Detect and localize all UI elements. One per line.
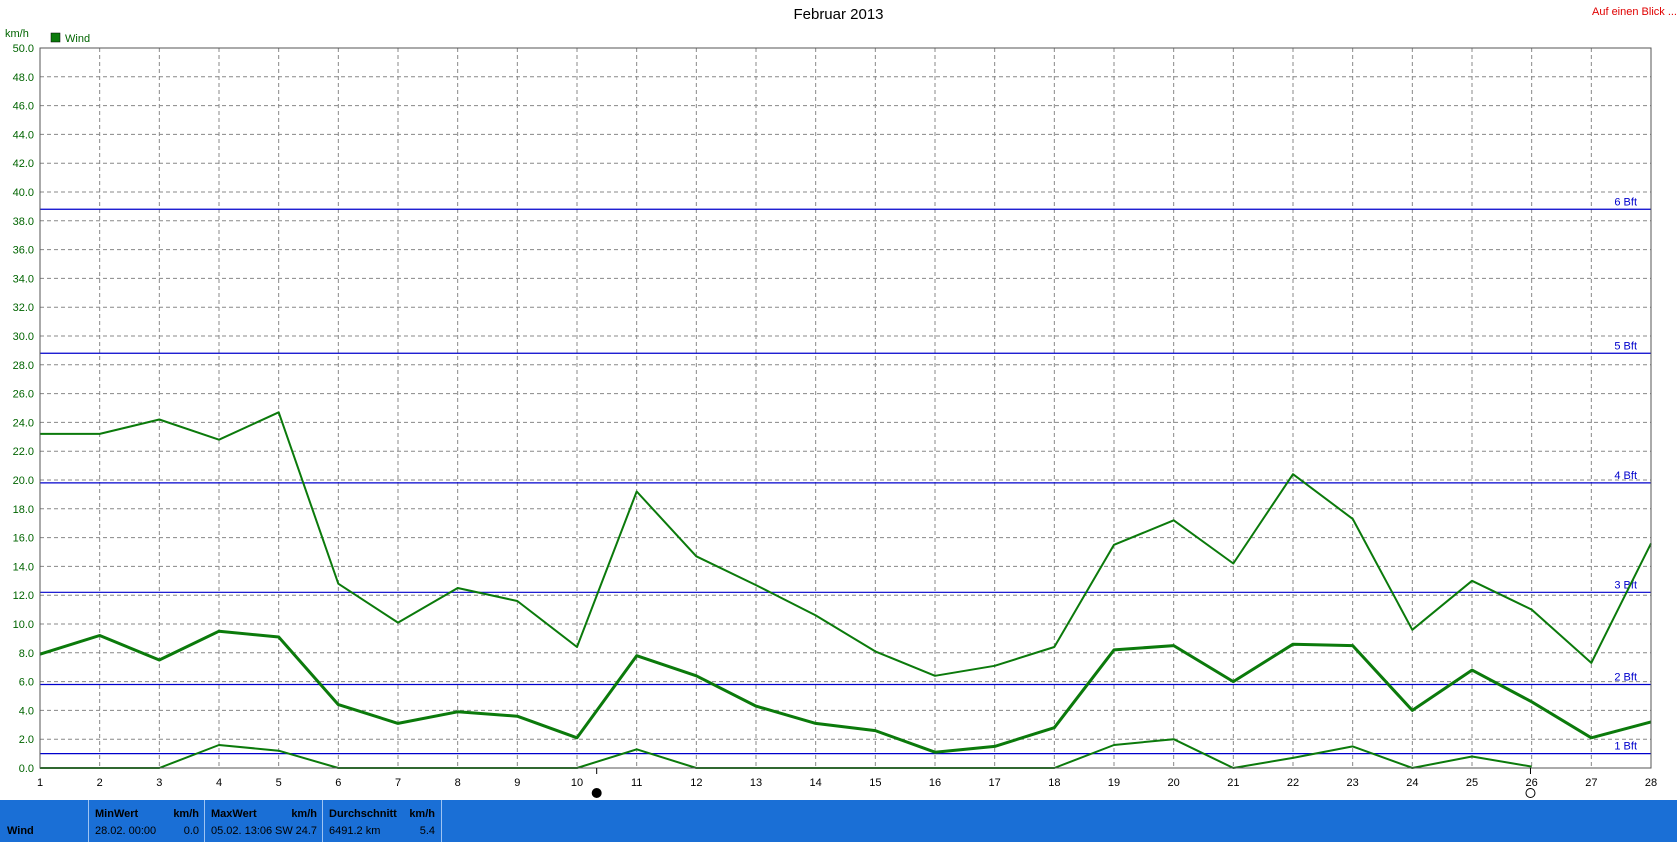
x-axis-ticks: 1 2 3 4 5 6 7 8 9 10 11 12 13 14 15 16 17 18 19 20 21 22 23 24 2… [37, 777, 1657, 789]
y-tick-label: 34.0 [13, 273, 34, 285]
x-tick-label: 21 [1227, 777, 1239, 789]
min-unit: km/h [173, 808, 199, 820]
min-header: MinWert [95, 808, 139, 820]
max-value: 24.7 [295, 825, 317, 837]
y-tick-label: 14.0 [13, 561, 34, 573]
status-avg-cell: Durchschnitt km/h 6491.2 km 5.4 [322, 800, 442, 842]
y-tick-label: 22.0 [13, 446, 34, 458]
x-tick-label: 23 [1347, 777, 1359, 789]
y-tick-label: 18.0 [13, 504, 34, 516]
min-datetime: 28.02. 00:00 [95, 825, 157, 837]
y-tick-label: 2.0 [19, 734, 34, 746]
y-tick-label: 8.0 [19, 648, 34, 660]
overview-link[interactable]: Auf einen Blick ... [1592, 6, 1677, 18]
max-header: MaxWert [211, 808, 257, 820]
min-value: 0.0 [183, 825, 199, 837]
x-tick-label: 14 [810, 777, 822, 789]
y-tick-label: 12.0 [13, 590, 34, 602]
y-tick-label: 36.0 [13, 245, 34, 257]
status-row-label-cell: Wind [0, 800, 88, 842]
beaufort-reference-lines: 1 Bft 2 Bft 3 Bft 4 Bft 5 Bft 6 Bft [40, 196, 1651, 755]
max-datetime: 05.02. 13:06 [211, 825, 273, 837]
x-tick-label: 25 [1466, 777, 1478, 789]
y-tick-label: 32.0 [13, 302, 34, 314]
y-tick-label: 50.0 [13, 43, 34, 55]
grid [40, 48, 1651, 768]
x-tick-label: 9 [514, 777, 520, 789]
x-tick-label: 10 [571, 777, 583, 789]
x-tick-label: 22 [1287, 777, 1299, 789]
wind-chart: 1 Bft 2 Bft 3 Bft 4 Bft 5 Bft 6 Bft 0.0 2.0 4.0… [5, 28, 1657, 798]
reference-line-label: 6 Bft [1614, 196, 1637, 208]
x-tick-label: 6 [335, 777, 341, 789]
x-tick-label: 11 [631, 777, 642, 789]
status-bar: Wind MinWert km/h 28.02. 00:00 0.0 MaxWe… [0, 800, 1677, 842]
series-line-max [40, 411, 1652, 677]
y-tick-label: 28.0 [13, 360, 34, 372]
y-tick-label: 20.0 [13, 475, 34, 487]
reference-line-label: 1 Bft [1614, 741, 1637, 753]
x-tick-label: 27 [1585, 777, 1597, 789]
status-min-cell: MinWert km/h 28.02. 00:00 0.0 [88, 800, 205, 842]
avg-distance: 6491.2 km [329, 825, 381, 837]
new-moon-icon [591, 788, 602, 798]
chart-title: Februar 2013 [793, 6, 884, 23]
y-tick-label: 24.0 [13, 417, 34, 429]
x-tick-label: 8 [455, 777, 461, 789]
x-tick-label: 24 [1406, 777, 1418, 789]
x-tick-label: 17 [989, 777, 1001, 789]
status-max-cell: MaxWert km/h 05.02. 13:06 SW 24.7 [204, 800, 323, 842]
series-lines [39, 411, 1652, 769]
avg-value: 5.4 [419, 825, 435, 837]
y-tick-label: 30.0 [13, 331, 34, 343]
reference-line-label: 5 Bft [1614, 340, 1637, 352]
max-direction: SW [275, 825, 293, 837]
reference-line-label: 4 Bft [1614, 470, 1637, 482]
y-axis-ticks: 0.0 2.0 4.0 6.0 8.0 10.0 12.0 14.0 16.0 18.0 20.0 2… [13, 43, 34, 775]
y-tick-label: 10.0 [13, 619, 34, 631]
x-tick-label: 18 [1048, 777, 1060, 789]
y-tick-label: 38.0 [13, 216, 34, 228]
avg-header: Durchschnitt [329, 808, 397, 820]
x-tick-label: 12 [690, 777, 702, 789]
y-tick-label: 40.0 [13, 187, 34, 199]
legend-label-wind: Wind [65, 33, 90, 45]
series-line-avg [39, 629, 1652, 754]
x-tick-label: 26 [1526, 777, 1538, 789]
y-tick-label: 26.0 [13, 389, 34, 401]
legend-swatch [50, 32, 61, 43]
max-unit: km/h [291, 808, 317, 820]
plot-frame [39, 47, 1652, 769]
y-tick-label: 44.0 [13, 129, 34, 141]
y-tick-label: 4.0 [19, 705, 34, 717]
y-tick-label: 48.0 [13, 72, 34, 84]
x-tick-label: 20 [1168, 777, 1180, 789]
reference-line-label: 3 Bft [1614, 579, 1637, 591]
x-tick-label: 28 [1645, 777, 1657, 789]
status-row-label: Wind [7, 825, 34, 837]
x-tick-label: 15 [869, 777, 881, 789]
y-tick-label: 16.0 [13, 533, 34, 545]
x-tick-label: 13 [750, 777, 762, 789]
y-tick-label: 42.0 [13, 158, 34, 170]
avg-unit: km/h [409, 808, 435, 820]
x-tick-label: 19 [1108, 777, 1120, 789]
x-tick-label: 5 [276, 777, 282, 789]
reference-line-label: 2 Bft [1614, 671, 1637, 683]
x-tick-label: 16 [929, 777, 941, 789]
x-tick-label: 3 [156, 777, 162, 789]
y-tick-label: 6.0 [19, 677, 34, 689]
x-tick-label: 4 [216, 777, 222, 789]
y-tick-label: 46.0 [13, 101, 34, 113]
y-axis-unit: km/h [5, 28, 29, 40]
full-moon-icon [1525, 788, 1536, 798]
x-tick-label: 1 [37, 777, 43, 789]
y-tick-label: 0.0 [19, 763, 34, 775]
moon-phase-markers [591, 768, 1536, 798]
x-tick-label: 7 [395, 777, 401, 789]
x-tick-label: 2 [97, 777, 103, 789]
